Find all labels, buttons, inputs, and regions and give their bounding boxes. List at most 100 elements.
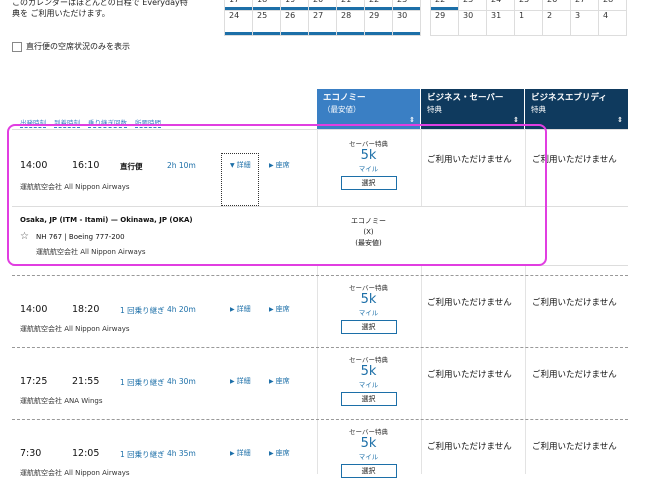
sort-connections[interactable]: 乗り継ぎ回数 bbox=[88, 117, 127, 128]
calendar-day[interactable]: 30 bbox=[393, 11, 421, 36]
calendar-month-left: 17 18 19 20 21 22 23 24 25 26 27 28 29 3… bbox=[224, 0, 421, 36]
seat-map-link[interactable]: ▶ 座席 bbox=[269, 304, 290, 314]
calendar-day[interactable]: 26 bbox=[543, 0, 571, 11]
class-note: (最安値) bbox=[355, 239, 382, 247]
award-economy: セーバー特典 5k マイル 選択 bbox=[317, 354, 420, 406]
details-toggle[interactable]: ▶ 詳細 bbox=[230, 376, 251, 386]
calendar-day[interactable]: 26 bbox=[281, 11, 309, 36]
duration: 4h 20m bbox=[167, 305, 196, 314]
flight-row: 14:00 16:10 直行便 2h 10m ▼ 詳細 ▶ 座席 運航航空会社 Al… bbox=[12, 136, 628, 204]
stops-label[interactable]: 1 回乗り継ぎ bbox=[120, 305, 165, 316]
stops-label[interactable]: 1 回乗り継ぎ bbox=[120, 377, 165, 388]
duration: 2h 10m bbox=[167, 161, 196, 170]
details-toggle[interactable]: ▶ 詳細 bbox=[230, 448, 251, 458]
sort-arrival[interactable]: 到着時刻 bbox=[54, 117, 80, 128]
calendar-day[interactable]: 28 bbox=[599, 0, 627, 11]
details-toggle[interactable]: ▼ 詳細 bbox=[230, 160, 251, 170]
fare-header-business-saver[interactable]: ビジネス・セーバー 特典 ⇕ bbox=[421, 89, 524, 129]
fare-header-sub: 特典 bbox=[427, 105, 442, 114]
calendar-day[interactable]: 27 bbox=[309, 11, 337, 36]
calendar-day[interactable]: 4 bbox=[599, 11, 627, 36]
sort-departure[interactable]: 出発時刻 bbox=[20, 117, 46, 128]
sort-icon[interactable]: ⇕ bbox=[409, 115, 415, 126]
calendar-day[interactable]: 23 bbox=[393, 0, 421, 11]
calendar-day[interactable]: 21 bbox=[337, 0, 365, 11]
calendar-day[interactable]: 24 bbox=[487, 0, 515, 11]
stops-label[interactable]: 1 回乗り継ぎ bbox=[120, 449, 165, 460]
calendar-day[interactable]: 25 bbox=[515, 0, 543, 11]
calendar-day[interactable]: 18 bbox=[253, 0, 281, 11]
calendar-day[interactable]: 30 bbox=[459, 11, 487, 36]
divider bbox=[12, 129, 628, 130]
calendar-day[interactable]: 2 bbox=[543, 11, 571, 36]
seat-label: 座席 bbox=[275, 161, 290, 169]
flight-row: 7:30 12:05 1 回乗り継ぎ 4h 35m ▶ 詳細 ▶ 座席 運航航空会社… bbox=[12, 424, 628, 488]
award-economy: セーバー特典 5k マイル 選択 bbox=[317, 282, 420, 334]
segment-class: エコノミー (X) (最安値) bbox=[317, 216, 420, 249]
calendar-day[interactable]: 25 bbox=[253, 11, 281, 36]
flight-row: 14:00 18:20 1 回乗り継ぎ 4h 20m ▶ 詳細 ▶ 座席 運航航空会… bbox=[12, 280, 628, 346]
segment-flight: NH 767 | Boeing 777-200 bbox=[36, 233, 125, 241]
sort-icon[interactable]: ⇕ bbox=[513, 115, 519, 126]
flight-row: 17:25 21:55 1 回乗り継ぎ 4h 30m ▶ 詳細 ▶ 座席 運航航空会… bbox=[12, 352, 628, 418]
seat-label: 座席 bbox=[275, 305, 290, 313]
arrival-time: 12:05 bbox=[72, 448, 100, 459]
seat-map-link[interactable]: ▶ 座席 bbox=[269, 448, 290, 458]
calendar-day[interactable]: 29 bbox=[365, 11, 393, 36]
select-button[interactable]: 選択 bbox=[340, 320, 397, 334]
chevron-right-icon: ▶ bbox=[230, 306, 235, 313]
divider bbox=[12, 419, 628, 420]
calendar-day[interactable]: 23 bbox=[459, 0, 487, 11]
details-label: 詳細 bbox=[236, 161, 251, 169]
not-available-text: ご利用いただけません bbox=[532, 442, 617, 452]
select-button[interactable]: 選択 bbox=[340, 176, 397, 190]
award-type: セーバー特典 bbox=[349, 284, 388, 292]
calendar-day[interactable]: 29 bbox=[431, 11, 459, 36]
calendar-day[interactable]: 17 bbox=[225, 0, 253, 11]
calendar-day[interactable]: 19 bbox=[281, 0, 309, 11]
miles-value: 5k bbox=[360, 148, 377, 163]
departure-time: 14:00 bbox=[20, 304, 48, 315]
calendar-day[interactable]: 24 bbox=[225, 11, 253, 36]
calendar-day[interactable]: 28 bbox=[337, 11, 365, 36]
calendar-day[interactable]: 31 bbox=[487, 11, 515, 36]
details-toggle[interactable]: ▶ 詳細 bbox=[230, 304, 251, 314]
chevron-right-icon: ▶ bbox=[230, 450, 235, 457]
award-type: セーバー特典 bbox=[349, 356, 388, 364]
calendar-day[interactable]: 27 bbox=[571, 0, 599, 11]
select-button[interactable]: 選択 bbox=[340, 464, 397, 478]
sort-duration[interactable]: 所要時間 bbox=[135, 117, 161, 128]
seat-map-link[interactable]: ▶ 座席 bbox=[269, 160, 290, 170]
calendar-day[interactable]: 1 bbox=[515, 11, 543, 36]
nonstop-filter[interactable]: 直行便の空席状況のみを表示 bbox=[12, 41, 130, 52]
miles-unit: マイル bbox=[358, 381, 379, 389]
nonstop-checkbox[interactable] bbox=[12, 41, 22, 52]
calendar-day[interactable]: 22 bbox=[431, 0, 459, 11]
not-available-text: ご利用いただけません bbox=[532, 370, 617, 380]
seat-label: 座席 bbox=[275, 449, 290, 457]
calendar-day[interactable]: 20 bbox=[309, 0, 337, 11]
details-label: 詳細 bbox=[236, 449, 251, 457]
award-type: セーバー特典 bbox=[349, 428, 388, 436]
star-icon[interactable]: ☆ bbox=[20, 231, 29, 242]
not-available-text: ご利用いただけません bbox=[427, 370, 512, 380]
carrier-label: 運航航空会社 ANA Wings bbox=[20, 397, 103, 405]
fare-header-title: ビジネスエブリディ bbox=[531, 93, 607, 103]
details-label: 詳細 bbox=[236, 377, 251, 385]
fare-header-sub: （最安値） bbox=[323, 105, 361, 114]
carrier-label: 運航航空会社 All Nippon Airways bbox=[20, 325, 130, 333]
miles-value: 5k bbox=[360, 436, 377, 451]
calendar-day[interactable]: 22 bbox=[365, 0, 393, 11]
sort-icon[interactable]: ⇕ bbox=[617, 115, 623, 126]
not-available-text: ご利用いただけません bbox=[427, 155, 512, 165]
seat-map-link[interactable]: ▶ 座席 bbox=[269, 376, 290, 386]
award-economy: セーバー特典 5k マイル 選択 bbox=[317, 426, 420, 478]
miles-unit: マイル bbox=[358, 309, 379, 317]
fare-header-business-everyday[interactable]: ビジネスエブリディ 特典 ⇕ bbox=[525, 89, 628, 129]
chevron-right-icon: ▶ bbox=[230, 378, 235, 385]
miles-value: 5k bbox=[360, 364, 377, 379]
select-button[interactable]: 選択 bbox=[340, 392, 397, 406]
chevron-right-icon: ▶ bbox=[269, 306, 274, 313]
calendar-day[interactable]: 3 bbox=[571, 11, 599, 36]
fare-header-economy[interactable]: エコノミー （最安値） ⇕ bbox=[317, 89, 420, 129]
